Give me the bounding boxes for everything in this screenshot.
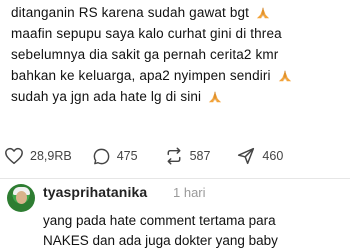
like-button[interactable]: 28,9RB (4, 147, 72, 165)
post-line: sebelumnya dia sakit ga pernah cerita2 k… (11, 44, 350, 65)
comment-item: tyasprihatanika 1 hari yang pada hate co… (0, 180, 350, 250)
comment-count: 475 (116, 149, 138, 163)
folded-hands-icon (278, 70, 291, 81)
post-line-text: ditanganin RS karena sudah gawat bgt (11, 5, 250, 20)
like-count: 28,9RB (30, 149, 72, 163)
comment-line: NAKES dan ada juga dokter yang baby (43, 233, 278, 248)
post-line: ditanganin RS karena sudah gawat bgt (11, 2, 350, 23)
divider (0, 178, 350, 179)
post-line-text: bahkan ke keluarga, apa2 nyimpen sendiri (11, 68, 271, 83)
post-line-text: sebelumnya dia sakit ga pernah cerita2 k… (11, 47, 279, 62)
comment-line: yang pada hate comment tertama para (43, 213, 276, 228)
share-count: 460 (262, 149, 284, 163)
share-arrow-icon (238, 147, 255, 165)
repost-button[interactable]: 587 (164, 147, 211, 165)
comment-button[interactable]: 475 (92, 147, 138, 166)
post-line-text: maafin sepupu saya kalo curhat gini di t… (11, 26, 282, 41)
avatar[interactable] (7, 184, 35, 212)
comment-bubble-icon (93, 148, 110, 164)
post-actions: 28,9RB 475 587 460 (4, 145, 350, 167)
post-line: sudah ya jgn ada hate lg di sini (11, 86, 350, 107)
repost-count: 587 (189, 149, 211, 163)
post-line: bahkan ke keluarga, apa2 nyimpen sendiri (11, 65, 350, 86)
post-line-text: sudah ya jgn ada hate lg di sini (11, 89, 202, 104)
repost-icon (167, 147, 181, 165)
post-text: ditanganin RS karena sudah gawat bgt maa… (11, 0, 350, 107)
post-line: maafin sepupu saya kalo curhat gini di t… (11, 23, 350, 44)
comment-timestamp: 1 hari (173, 185, 206, 200)
folded-hands-icon (209, 91, 222, 102)
comment-text: yang pada hate comment tertama para NAKE… (43, 211, 350, 251)
heart-icon (5, 147, 23, 165)
folded-hands-icon (256, 7, 270, 18)
share-button[interactable]: 460 (236, 147, 283, 165)
comment-username[interactable]: tyasprihatanika (43, 184, 147, 200)
